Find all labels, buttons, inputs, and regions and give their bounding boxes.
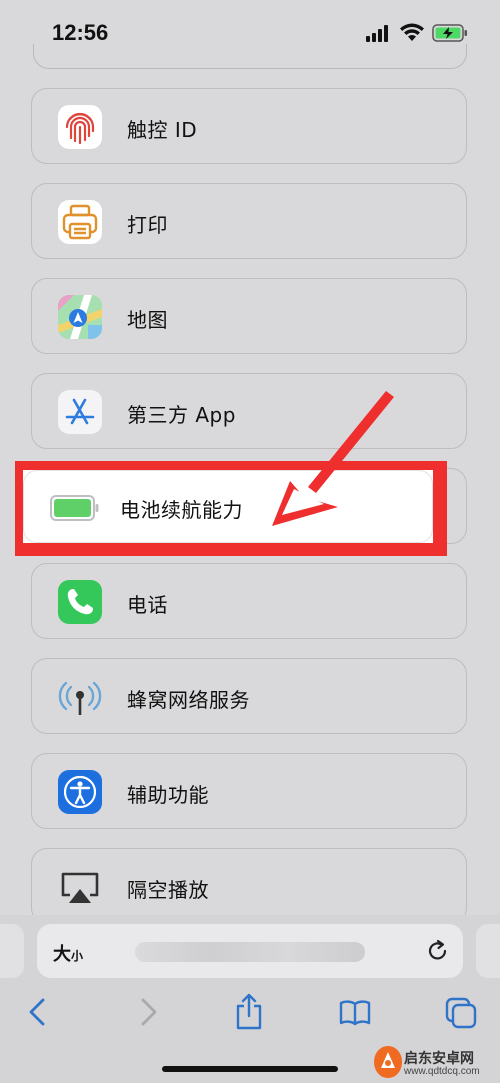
printer-icon — [58, 200, 102, 244]
previous-row-edge — [33, 44, 467, 69]
bookmarks-icon[interactable] — [338, 992, 372, 1032]
text-size-small-glyph: 小 — [71, 949, 84, 963]
settings-item-label: 辅助功能 — [127, 783, 209, 807]
status-time: 12:56 — [52, 20, 109, 45]
settings-item-label: 蜂窝网络服务 — [127, 688, 250, 712]
tabs-icon[interactable] — [444, 992, 478, 1032]
blurred-url[interactable] — [135, 942, 365, 962]
fingerprint-icon — [58, 105, 102, 149]
accessibility-icon — [58, 770, 102, 814]
settings-item-label: 触控 ID — [127, 118, 198, 142]
settings-item-label: 隔空播放 — [127, 878, 209, 902]
address-bar[interactable]: 大小 — [37, 924, 463, 978]
watermark-url: www.qdtdcq.com — [404, 1066, 480, 1077]
next-tab-peek[interactable] — [476, 924, 500, 978]
settings-item-third-party-app[interactable]: 第三方 App — [31, 373, 467, 449]
settings-item-label: 电话 — [127, 593, 168, 617]
settings-item-maps[interactable]: 地图 — [31, 278, 467, 354]
watermark-text: 启东安卓网 — [404, 1051, 474, 1067]
forward-icon[interactable] — [130, 992, 164, 1032]
settings-item-label: 第三方 App — [127, 403, 236, 427]
settings-item-airplay[interactable]: 隔空播放 — [31, 848, 467, 924]
phone-icon — [58, 580, 102, 624]
text-size-large-glyph: 大 — [53, 944, 71, 965]
settings-item-label: 电池续航能力 — [120, 498, 243, 522]
share-icon[interactable] — [232, 992, 266, 1032]
battery-icon — [50, 495, 99, 521]
watermark-logo-icon — [374, 1046, 402, 1078]
maps-icon — [58, 295, 102, 339]
settings-item-print[interactable]: 打印 — [31, 183, 467, 259]
settings-item-cellular[interactable]: 蜂窝网络服务 — [31, 658, 467, 734]
app-store-icon — [58, 390, 102, 434]
settings-item-label: 地图 — [127, 308, 168, 332]
previous-tab-peek[interactable] — [0, 924, 24, 978]
cellular-signal-icon — [366, 25, 388, 42]
red-arrow-annotation — [272, 391, 394, 526]
text-size-button[interactable]: 大小 — [53, 940, 83, 966]
reload-icon[interactable] — [425, 938, 451, 964]
airplay-icon — [58, 865, 102, 909]
settings-item-phone[interactable]: 电话 — [31, 563, 467, 639]
cellular-antenna-icon — [58, 675, 102, 719]
wifi-icon — [400, 23, 424, 41]
settings-item-touch-id[interactable]: 触控 ID — [31, 88, 467, 164]
settings-item-accessibility[interactable]: 辅助功能 — [31, 753, 467, 829]
back-icon[interactable] — [22, 992, 56, 1032]
battery-charging-icon — [432, 24, 467, 42]
home-indicator — [162, 1066, 338, 1072]
settings-item-label: 打印 — [127, 213, 168, 237]
